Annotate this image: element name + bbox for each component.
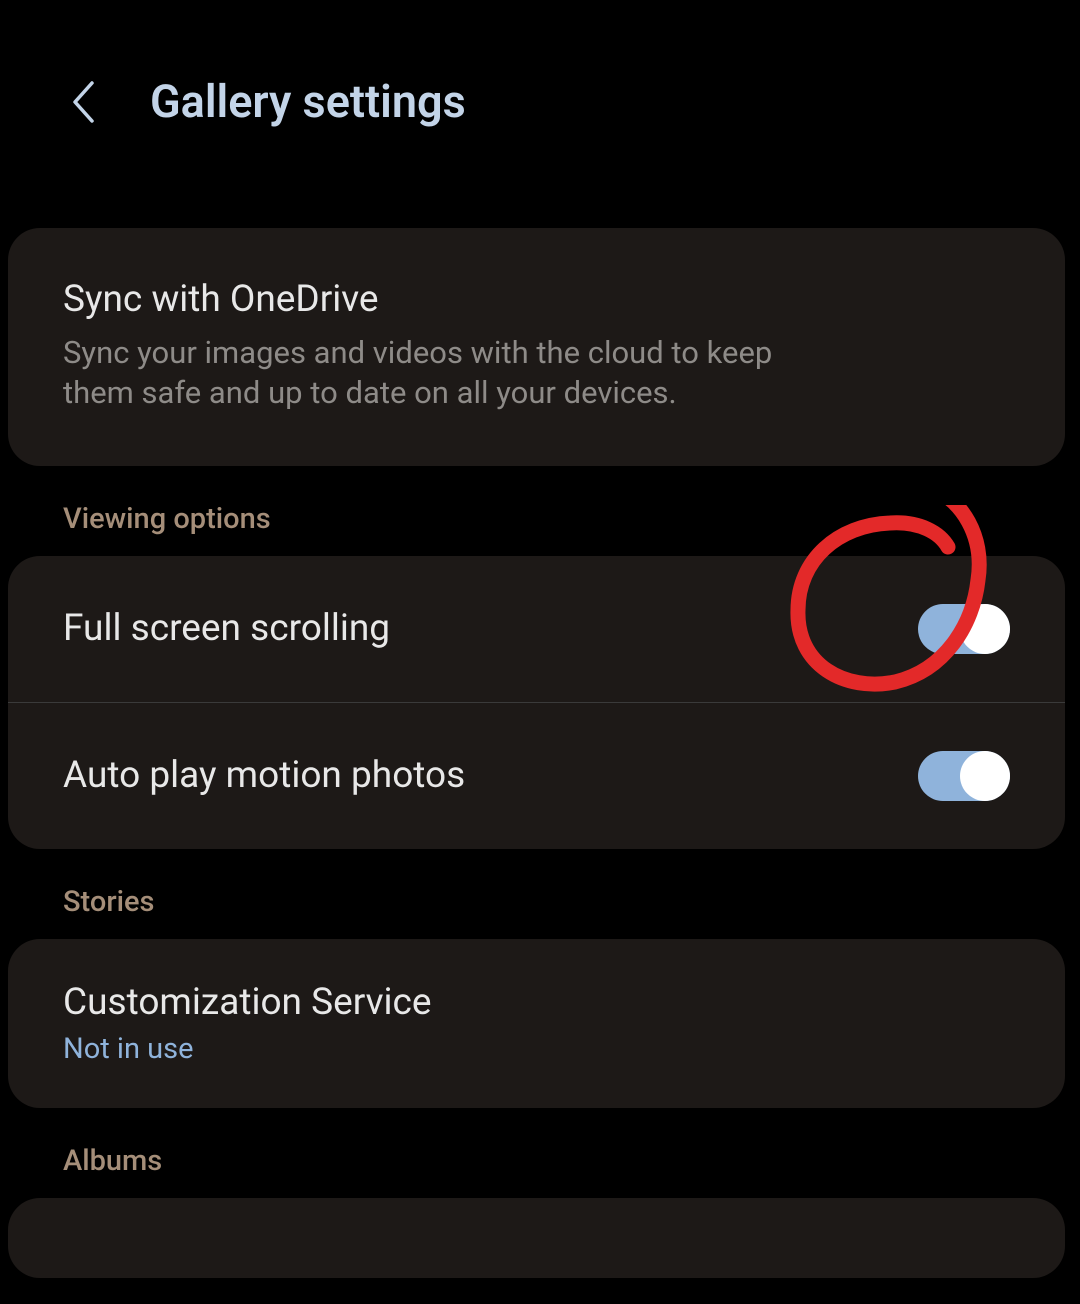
stories-header: Stories [8,877,1065,939]
sync-title: Sync with OneDrive [63,278,1010,321]
sync-description: Sync your images and videos with the clo… [63,333,783,414]
chevron-left-icon [70,78,100,126]
full-screen-scrolling-toggle[interactable] [918,604,1010,654]
viewing-options-header: Viewing options [8,494,1065,556]
auto-play-motion-toggle[interactable] [918,751,1010,801]
auto-play-motion-label: Auto play motion photos [63,754,465,797]
customization-service-row[interactable]: Customization Service Not in use [8,939,1065,1108]
back-button[interactable] [70,78,100,126]
toggle-thumb [960,604,1010,654]
header: Gallery settings [0,0,1080,128]
albums-header: Albums [8,1136,1065,1198]
viewing-options-card: Full screen scrolling Auto play motion p… [8,556,1065,849]
full-screen-scrolling-row[interactable]: Full screen scrolling [8,556,1065,703]
customization-service-label: Customization Service [63,981,1010,1024]
full-screen-scrolling-label: Full screen scrolling [63,607,390,650]
auto-play-motion-row[interactable]: Auto play motion photos [8,703,1065,849]
stories-card: Customization Service Not in use [8,939,1065,1108]
settings-content: Sync with OneDrive Sync your images and … [0,128,1080,1278]
customization-service-status: Not in use [63,1032,1010,1066]
toggle-thumb [960,751,1010,801]
albums-card [8,1198,1065,1278]
sync-card[interactable]: Sync with OneDrive Sync your images and … [8,228,1065,466]
page-title: Gallery settings [150,75,466,128]
